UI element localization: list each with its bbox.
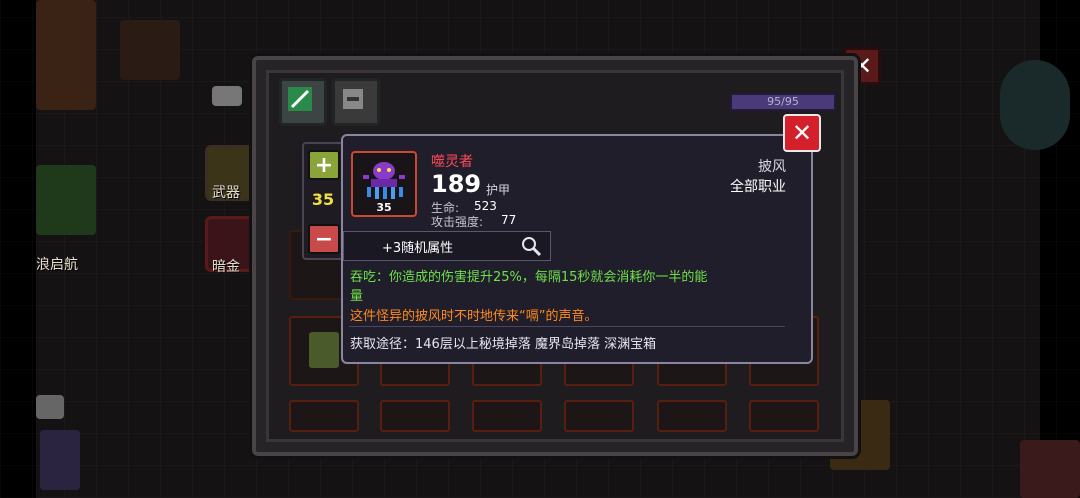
attack-value: 77 (501, 213, 517, 227)
dark-gold-label: 暗金 (212, 259, 240, 275)
item-level: 35 (376, 201, 392, 214)
random-attribute: +3随机属性 (382, 241, 454, 256)
world-decoration (36, 165, 96, 235)
armor-value: 189 (431, 170, 482, 198)
item-tooltip: 35 噬灵者 189 护甲 生命: 523 攻击强度: 77 披风 全部职业 +… (341, 134, 813, 364)
purple-squid-cape-icon (363, 162, 405, 199)
npc-sprite (40, 430, 80, 490)
increase-button[interactable]: + (308, 150, 340, 180)
inventory-slot[interactable] (749, 400, 819, 432)
inventory-slot[interactable] (380, 400, 450, 432)
npc-speech-bubble (36, 395, 64, 419)
partial-side-label: 浪启航 (36, 257, 78, 273)
world-decoration (120, 20, 180, 80)
helmet-icon (343, 89, 363, 109)
random-attribute-row: +3随机属性 (343, 231, 551, 261)
hp-value: 523 (474, 199, 497, 213)
item-type: 披风 (758, 159, 786, 175)
effect-line-1: 吞吃：你造成的伤害提升25%，每隔15秒就会消耗你一半的能 (350, 270, 708, 285)
inventory-slot[interactable] (657, 400, 727, 432)
item-icon (309, 332, 339, 368)
inventory-slot[interactable] (564, 400, 634, 432)
quantity-value: 35 (311, 190, 335, 209)
item-portrait: 35 (351, 151, 417, 217)
inventory-slot[interactable] (472, 400, 542, 432)
armor-label: 护甲 (486, 183, 511, 197)
world-decoration (1020, 440, 1080, 498)
quantity-stepper: + 35 − (302, 142, 344, 260)
npc-speech-bubble (212, 86, 242, 106)
effect-line-2: 量 (350, 289, 364, 304)
close-tooltip-button[interactable]: ✕ (783, 114, 821, 152)
plus-icon: + (314, 152, 334, 178)
sword-icon (288, 87, 312, 111)
attack-label: 攻击强度: (431, 215, 484, 229)
decrease-button[interactable]: − (308, 224, 340, 254)
tooltip-divider (349, 326, 785, 327)
flavor-text: 这件怪异的披风时不时地传来“嗝”的声音。 (350, 309, 598, 324)
magnifier-icon[interactable] (520, 235, 542, 257)
close-icon: ✕ (791, 119, 813, 147)
class-requirement: 全部职业 (730, 179, 786, 195)
inventory-slot[interactable] (289, 400, 359, 432)
weapons-label: 武器 (212, 185, 240, 201)
source-info: 获取途径：146层以上秘境掉落 魔界岛掉落 深渊宝箱 (350, 337, 657, 352)
tab-armor[interactable] (332, 78, 380, 126)
world-decoration (1000, 60, 1070, 150)
tab-equipment[interactable] (279, 78, 327, 126)
minus-icon: − (314, 226, 334, 252)
item-name: 噬灵者 (431, 154, 473, 170)
world-decoration (36, 0, 96, 110)
capacity-bar: 95/95 (730, 93, 836, 111)
